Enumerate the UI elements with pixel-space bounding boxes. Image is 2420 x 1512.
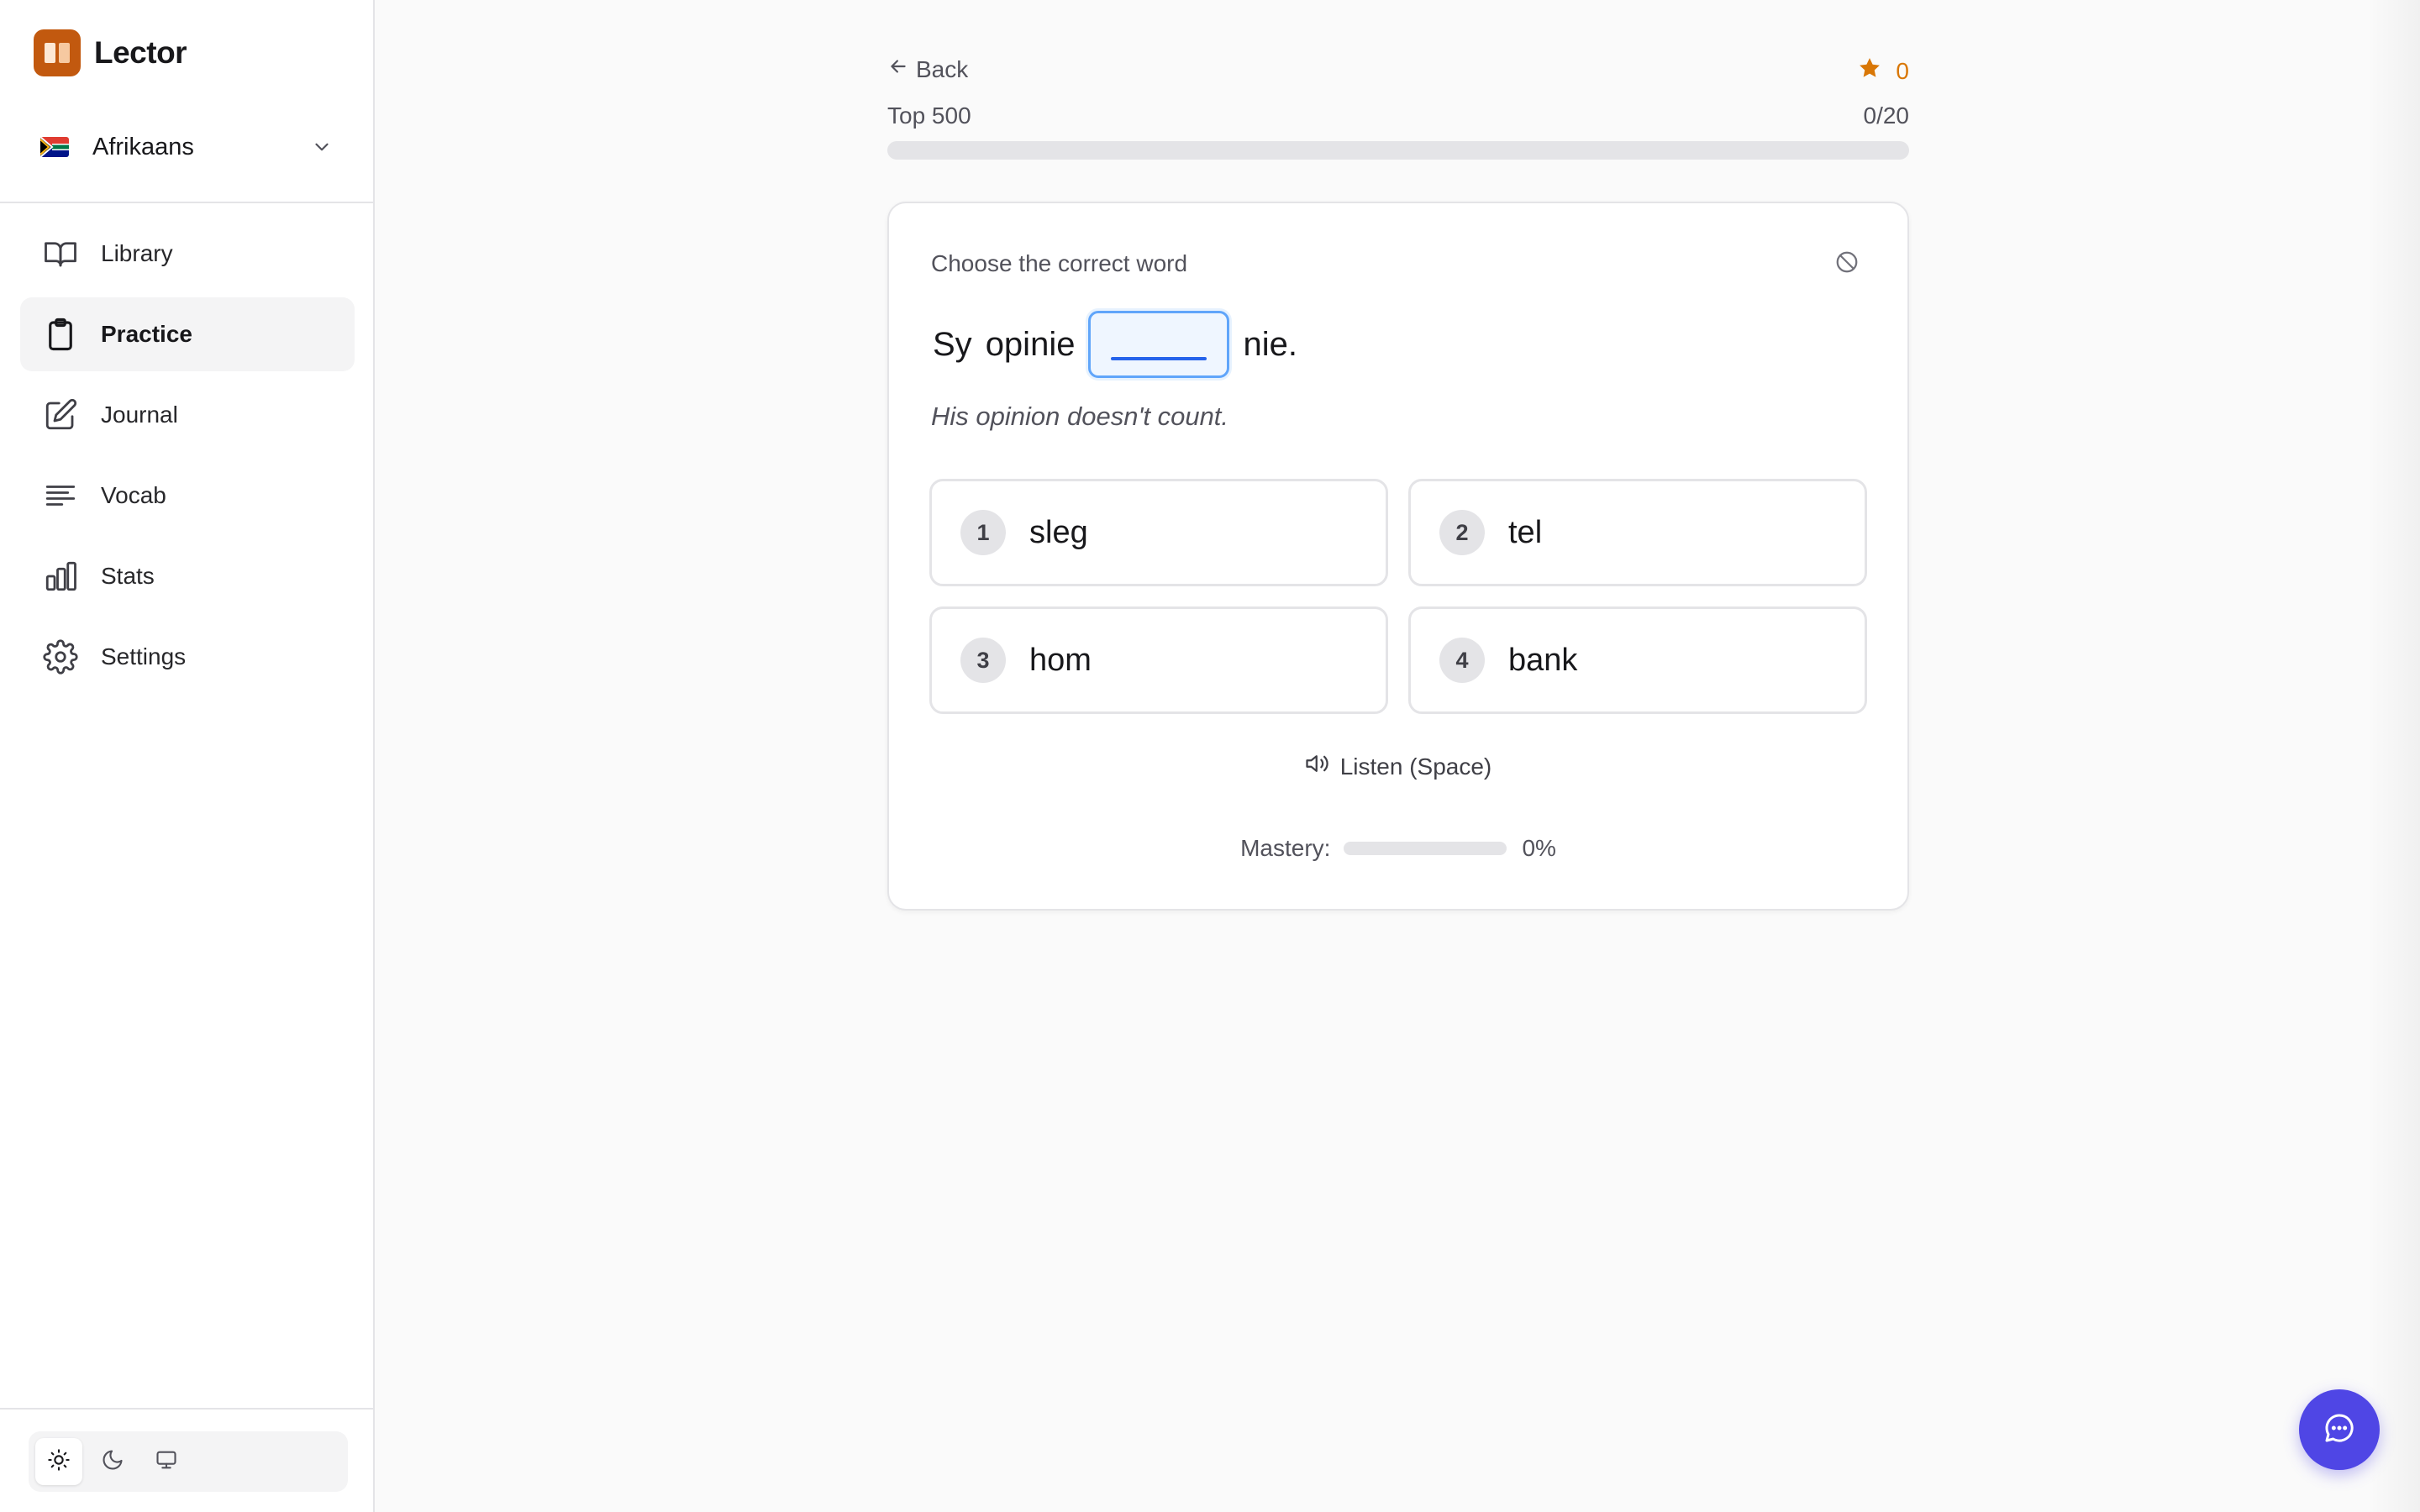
score-value: 0 (1896, 57, 1909, 84)
language-label: Afrikaans (92, 133, 194, 160)
monitor-icon (155, 1448, 178, 1476)
option-word: hom (1029, 642, 1092, 678)
star-icon (1857, 55, 1896, 87)
sentence-word: Sy (933, 325, 972, 363)
option-button-4[interactable]: 4 bank (1408, 606, 1867, 714)
brand[interactable]: Lector (34, 29, 187, 76)
skip-button[interactable] (1830, 247, 1864, 281)
option-word: tel (1508, 514, 1543, 550)
listen-button[interactable]: Listen (Space) (889, 751, 1907, 782)
chevron-down-icon (311, 136, 333, 162)
app-name: Lector (94, 35, 187, 70)
sidebar-bottom-divider (0, 1408, 373, 1410)
option-word: sleg (1029, 514, 1088, 550)
option-button-2[interactable]: 2 tel (1408, 479, 1867, 586)
mastery-label: Mastery: (1240, 835, 1331, 861)
mastery-value: 0% (1522, 835, 1556, 861)
sentence-word: opinie (985, 325, 1076, 363)
arrow-left-icon (887, 55, 916, 83)
cloze-sentence: Sy opinie nie. (933, 311, 1311, 378)
answer-blank[interactable] (1088, 311, 1230, 378)
pencil-square-icon (42, 396, 79, 433)
sidebar-item-practice[interactable]: Practice (20, 297, 355, 371)
book-icon (42, 235, 79, 272)
chat-bubble-icon (2323, 1411, 2356, 1449)
option-word: bank (1508, 642, 1578, 678)
sentence-translation: His opinion doesn't count. (931, 402, 1229, 431)
gear-icon (42, 638, 79, 675)
south-africa-flag-icon (40, 137, 69, 157)
sun-icon (47, 1448, 71, 1476)
exercise-prompt: Choose the correct word (931, 250, 1188, 276)
option-number: 2 (1439, 510, 1485, 555)
option-button-3[interactable]: 3 hom (929, 606, 1388, 714)
sidebar-item-label: Stats (101, 563, 155, 589)
sidebar-item-library[interactable]: Library (20, 217, 355, 291)
sidebar-item-label: Settings (101, 643, 187, 669)
sidebar-item-label: Practice (101, 321, 192, 347)
sidebar-item-label: Vocab (101, 482, 166, 508)
deck-row: Top 500 0/20 (887, 102, 1909, 133)
theme-toggle (29, 1431, 348, 1492)
sidebar-item-journal[interactable]: Journal (20, 378, 355, 452)
bar-chart-icon (42, 558, 79, 595)
right-edge-shade (2370, 0, 2420, 1512)
back-label: Back (916, 55, 969, 82)
sidebar-item-label: Library (101, 240, 173, 266)
light-theme-button[interactable] (35, 1438, 82, 1485)
dark-theme-button[interactable] (89, 1438, 136, 1485)
sidebar-divider (0, 202, 373, 203)
sidebar-item-settings[interactable]: Settings (20, 620, 355, 694)
score-display: 0 (1857, 55, 1909, 87)
moon-icon (101, 1448, 124, 1476)
option-number: 1 (960, 510, 1006, 555)
session-progress-bar (887, 141, 1909, 160)
chat-button[interactable] (2299, 1389, 2380, 1470)
progress-count: 0/20 (1863, 102, 1910, 129)
sidebar-item-label: Journal (101, 402, 178, 428)
language-selector[interactable]: Afrikaans (20, 118, 353, 176)
sentence-word: nie. (1243, 325, 1297, 363)
practice-top-bar: Back 0 (887, 55, 1909, 89)
speaker-icon (1305, 751, 1340, 782)
deck-name: Top 500 (887, 102, 971, 129)
system-theme-button[interactable] (143, 1438, 190, 1485)
lector-logo-icon (34, 29, 81, 76)
option-button-1[interactable]: 1 sleg (929, 479, 1388, 586)
option-number: 3 (960, 638, 1006, 683)
ban-icon (1834, 249, 1860, 279)
lines-icon (42, 477, 79, 514)
option-number: 4 (1439, 638, 1485, 683)
listen-label: Listen (Space) (1339, 753, 1492, 780)
mastery-bar (1344, 842, 1507, 855)
clipboard-icon (42, 316, 79, 353)
exercise-card: Choose the correct word Sy opinie nie. H… (887, 202, 1909, 911)
mastery-indicator: Mastery: 0% (889, 835, 1907, 862)
sidebar-item-vocab[interactable]: Vocab (20, 459, 355, 533)
sidebar: Lector Afrikaans Library Practice Journa… (0, 0, 375, 1512)
back-button[interactable]: Back (887, 55, 968, 83)
sidebar-nav: Library Practice Journal Vocab Stats Set… (20, 217, 355, 701)
sidebar-item-stats[interactable]: Stats (20, 539, 355, 613)
